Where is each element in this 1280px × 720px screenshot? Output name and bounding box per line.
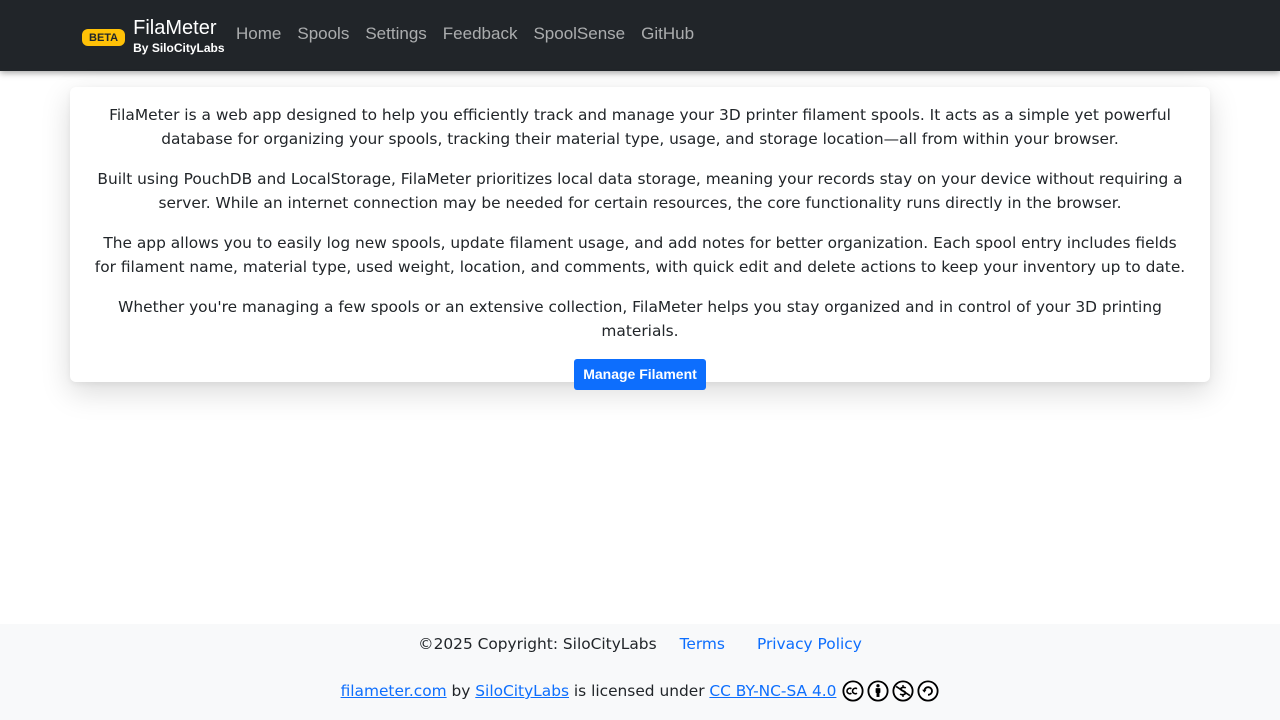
footer-links-row: ©2025 Copyright: SiloCityLabs Terms Priv… [0, 633, 1280, 655]
nav-links: Home Spools Settings Feedback SpoolSense… [236, 23, 710, 45]
beta-badge: BETA [82, 28, 126, 46]
brand-text: FilaMeter By SiloCityLabs [133, 17, 224, 56]
terms-link[interactable]: Terms [680, 633, 725, 655]
footer: ©2025 Copyright: SiloCityLabs Terms Priv… [0, 624, 1280, 720]
license-link[interactable]: CC BY-NC-SA 4.0 [709, 680, 836, 702]
manage-filament-button[interactable]: Manage Filament [574, 359, 706, 390]
nav-link-spools[interactable]: Spools [297, 23, 349, 45]
intro-paragraph: FilaMeter is a web app designed to help … [109, 106, 1171, 148]
intro-card: FilaMeter is a web app designed to help … [70, 87, 1210, 390]
intro-paragraph: The app allows you to easily log new spo… [94, 234, 1186, 276]
author-link[interactable]: SiloCityLabs [475, 680, 569, 702]
by-icon [867, 680, 889, 702]
nav-link-home[interactable]: Home [236, 23, 281, 45]
brand-subtitle: By SiloCityLabs [133, 40, 225, 55]
license-icons [839, 680, 939, 702]
license-by-text: by [446, 682, 476, 700]
brand-link[interactable]: BETA FilaMeter By SiloCityLabs [82, 16, 225, 56]
brand-title: FilaMeter [133, 16, 217, 39]
nc-icon [892, 680, 914, 702]
cc-icon [842, 680, 864, 702]
license-row: filameter.com by SiloCityLabs is license… [0, 680, 1280, 702]
intro-paragraph: Built using PouchDB and LocalStorage, Fi… [97, 170, 1183, 212]
nav-link-feedback[interactable]: Feedback [443, 23, 518, 45]
license-mid-text: is licensed under [568, 682, 710, 700]
intro-paragraph: Whether you're managing a few spools or … [118, 298, 1162, 340]
nav-link-settings[interactable]: Settings [365, 23, 426, 45]
sa-icon [917, 680, 939, 702]
navbar: BETA FilaMeter By SiloCityLabs Home Spoo… [0, 0, 1280, 71]
copyright-text: ©2025 Copyright: SiloCityLabs [418, 635, 657, 653]
site-link[interactable]: filameter.com [341, 680, 447, 702]
privacy-policy-link[interactable]: Privacy Policy [757, 633, 862, 655]
nav-link-github[interactable]: GitHub [641, 23, 694, 45]
nav-link-spoolsense[interactable]: SpoolSense [533, 23, 625, 45]
